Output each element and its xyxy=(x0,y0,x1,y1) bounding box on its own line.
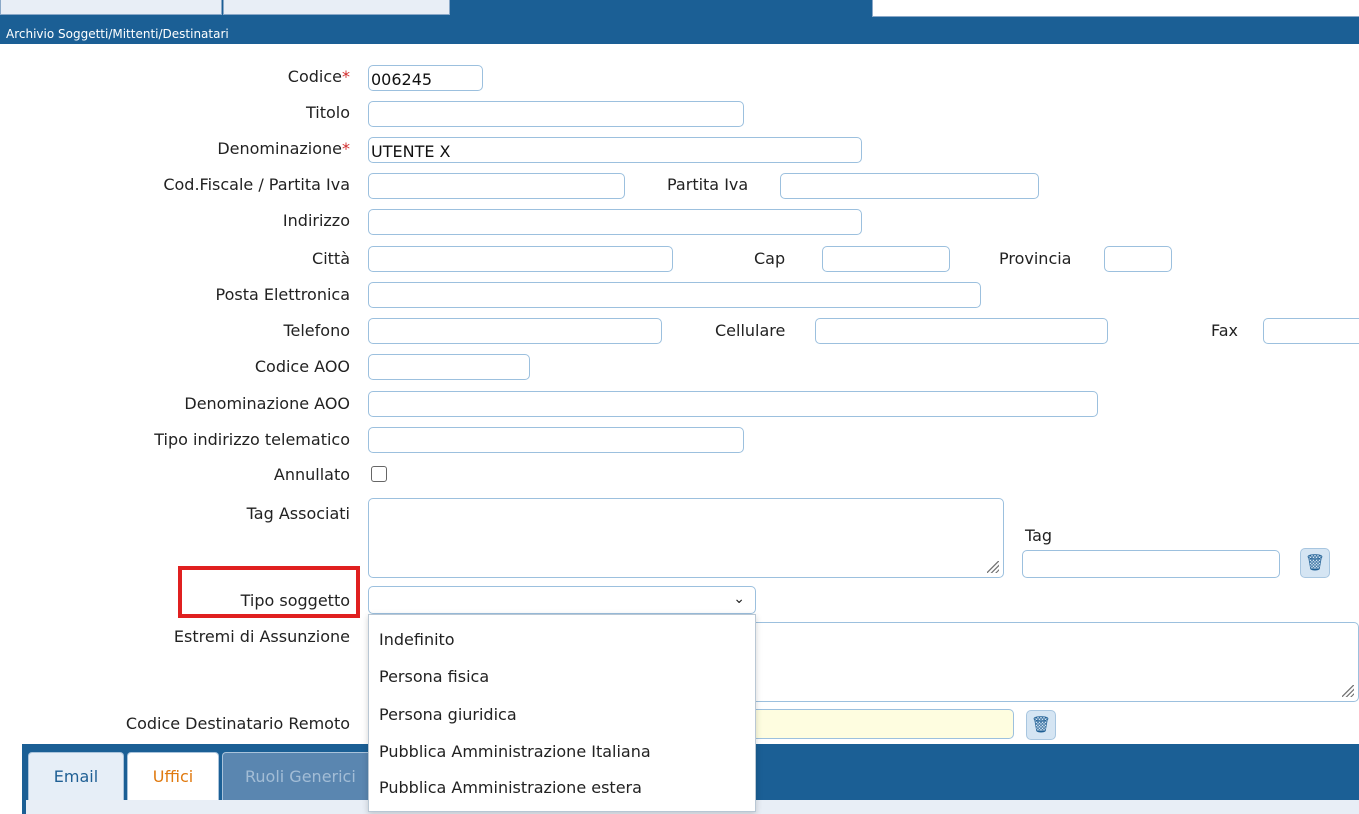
cap-input[interactable] xyxy=(822,246,950,272)
fax-label: Fax xyxy=(1211,321,1239,340)
titolo-input[interactable] xyxy=(368,101,744,127)
option-persona-giuridica[interactable]: Persona giuridica xyxy=(379,704,517,726)
window-title: Archivio Soggetti/Mittenti/Destinatari xyxy=(6,27,229,41)
estremi-label: Estremi di Assunzione xyxy=(173,627,350,646)
option-indefinito[interactable]: Indefinito xyxy=(379,629,455,651)
tipo-soggetto-label: Tipo soggetto xyxy=(240,591,350,610)
codice-aoo-input[interactable] xyxy=(368,354,530,380)
tag-associati-textarea[interactable] xyxy=(368,498,1004,578)
cellulare-input[interactable] xyxy=(815,318,1108,344)
provincia-input[interactable] xyxy=(1104,246,1172,272)
provincia-label: Provincia xyxy=(999,249,1072,268)
trash-icon: 🗑 xyxy=(1304,553,1326,572)
tipo-soggetto-select[interactable]: ⌄ xyxy=(368,586,756,614)
option-pa-italiana[interactable]: Pubblica Amministrazione Italiana xyxy=(379,741,651,763)
partita-iva-input[interactable] xyxy=(780,173,1039,199)
top-bar xyxy=(0,0,1359,24)
codice-remoto-label: Codice Destinatario Remoto xyxy=(125,714,350,733)
denominazione-input[interactable] xyxy=(368,137,862,163)
tab-uffici[interactable]: Uffici xyxy=(127,752,219,804)
codice-label: Codice* xyxy=(287,67,350,86)
tipo-indirizzo-input[interactable] xyxy=(368,427,744,453)
cellulare-label: Cellulare xyxy=(715,321,786,340)
denominazione-aoo-input[interactable] xyxy=(368,391,1098,417)
indirizzo-input[interactable] xyxy=(368,209,862,235)
codice-input[interactable] xyxy=(368,65,483,91)
option-persona-fisica[interactable]: Persona fisica xyxy=(379,666,489,688)
telefono-input[interactable] xyxy=(368,318,662,344)
posta-elettronica-input[interactable] xyxy=(368,282,981,308)
cap-label: Cap xyxy=(754,249,786,268)
window-title-bar: Archivio Soggetti/Mittenti/Destinatari xyxy=(0,24,1359,44)
tab-email[interactable]: Email xyxy=(28,752,124,804)
top-tab-2[interactable] xyxy=(223,0,450,15)
resize-grip-icon[interactable] xyxy=(987,561,999,573)
telefono-label: Telefono xyxy=(283,321,350,340)
posta-elettronica-label: Posta Elettronica xyxy=(215,285,350,304)
tab-ruoli-generici[interactable]: Ruoli Generici xyxy=(222,752,372,804)
codice-remoto-delete-button[interactable]: 🗑 xyxy=(1026,710,1056,740)
denominazione-aoo-label: Denominazione AOO xyxy=(184,394,350,413)
annullato-checkbox[interactable] xyxy=(371,466,387,482)
top-field[interactable] xyxy=(872,0,1359,17)
tag-delete-button[interactable]: 🗑 xyxy=(1300,548,1330,578)
cod-fiscale-input[interactable] xyxy=(368,173,625,199)
tag-label: Tag xyxy=(1025,526,1053,545)
tipo-soggetto-dropdown: Indefinito Persona fisica Persona giurid… xyxy=(368,614,756,812)
fax-input[interactable] xyxy=(1263,318,1359,344)
denominazione-label: Denominazione* xyxy=(217,139,350,158)
citta-input[interactable] xyxy=(368,246,673,272)
partita-iva-label: Partita Iva xyxy=(667,175,749,194)
tag-input[interactable] xyxy=(1022,550,1280,578)
codice-remoto-input[interactable] xyxy=(752,709,1014,739)
tag-associati-label: Tag Associati xyxy=(246,504,350,523)
indirizzo-label: Indirizzo xyxy=(282,211,350,230)
codice-aoo-label: Codice AOO xyxy=(254,357,350,376)
chevron-down-icon: ⌄ xyxy=(733,591,745,607)
titolo-label: Titolo xyxy=(305,103,350,122)
citta-label: Città xyxy=(312,249,350,268)
option-pa-estera[interactable]: Pubblica Amministrazione estera xyxy=(379,777,642,799)
annullato-label: Annullato xyxy=(273,465,350,484)
estremi-textarea[interactable] xyxy=(740,622,1359,702)
tipo-indirizzo-label: Tipo indirizzo telematico xyxy=(154,430,350,449)
top-tab-1[interactable] xyxy=(0,0,222,15)
cod-fiscale-label: Cod.Fiscale / Partita Iva xyxy=(163,175,350,194)
resize-grip-icon[interactable] xyxy=(1342,685,1354,697)
trash-icon: 🗑 xyxy=(1030,715,1052,734)
